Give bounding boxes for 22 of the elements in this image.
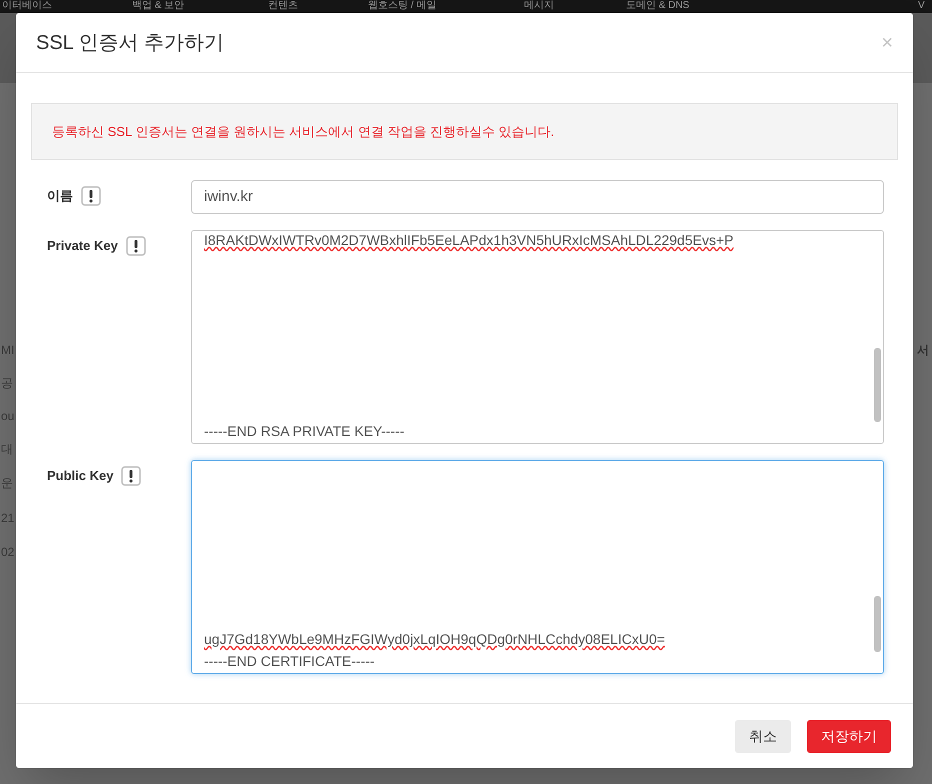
cancel-button[interactable]: 취소	[735, 720, 791, 752]
nav-item[interactable]: V	[918, 0, 925, 12]
field-label: Public Key	[47, 467, 114, 485]
nav-item[interactable]: 웹호스팅 / 메일	[368, 0, 436, 12]
nav-item[interactable]: 이터베이스	[2, 0, 52, 12]
nav-item[interactable]: 컨텐츠	[268, 0, 298, 12]
notice-message: 등록하신 SSL 인증서는 연결을 원하시는 서비스에서 연결 작업을 진행하실수 있습니다.	[31, 103, 898, 160]
key-textarea-field[interactable]: ugJ7Gd18YWbLe9MHzFGIWyd0jxLqIOH9qQDg0rNHLCchdy08ELICxU0= -----END CERTIFICATE-----	[191, 460, 884, 674]
exclamation-icon	[81, 186, 101, 206]
exclamation-icon	[121, 466, 142, 486]
dialog-title: SSL 인증서 추가하기	[36, 30, 224, 56]
nav-item[interactable]: 메시지	[524, 0, 554, 12]
scrollbar-thumb[interactable]	[874, 348, 881, 422]
field-label: Private Key	[47, 237, 118, 255]
background-text: 서	[917, 343, 929, 357]
name-input-field[interactable]: iwinv.kr	[191, 180, 884, 214]
nav-item[interactable]: 도메인 & DNS	[626, 0, 690, 12]
nav-item[interactable]: 백업 & 보안	[132, 0, 184, 12]
scrollbar-thumb[interactable]	[874, 596, 881, 652]
exclamation-icon	[126, 236, 146, 256]
save-button[interactable]: 저장하기	[807, 720, 891, 752]
field-label: 이름	[47, 187, 73, 205]
